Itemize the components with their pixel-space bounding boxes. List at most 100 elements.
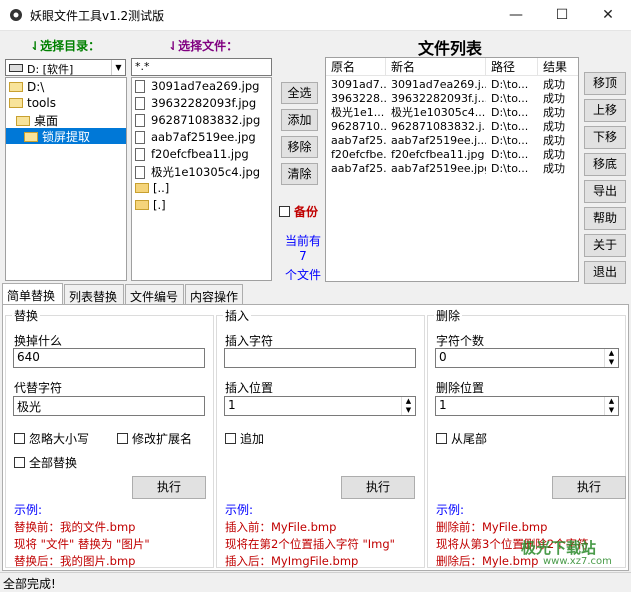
tree-item-lockscreen[interactable]: 锁屏提取	[6, 128, 126, 144]
cell-original: 极光1e1...	[331, 106, 385, 119]
file-item[interactable]: 极光1e10305c4.jpg	[135, 164, 260, 181]
drive-select[interactable]: D: [软件] ▼	[5, 59, 126, 76]
delete-count-label: 字符个数	[436, 334, 485, 348]
tree-item-desktop[interactable]: 桌面	[16, 112, 58, 128]
insert-char-input[interactable]	[224, 348, 416, 368]
cell-new: 极光1e10305c4....	[391, 106, 486, 119]
insert-exec-button[interactable]: 执行	[341, 476, 415, 499]
tree-item-drive[interactable]: D:\	[9, 80, 44, 96]
directory-tree[interactable]: D:\ tools 桌面 锁屏提取	[5, 77, 127, 281]
move-up-button[interactable]: 上移	[584, 99, 626, 122]
spin-down-icon[interactable]: ▼	[402, 406, 415, 415]
watermark-text: 极光下载站	[521, 539, 597, 557]
cell-new: aab7af2519ee.j...	[391, 134, 486, 147]
spin-down-icon[interactable]: ▼	[605, 358, 618, 367]
status-bar: 全部完成!	[0, 572, 631, 591]
file-item[interactable]: f20efcfbea11.jpg	[135, 147, 249, 164]
spin-down-icon[interactable]: ▼	[605, 406, 618, 415]
spin-up-icon[interactable]: ▲	[402, 397, 415, 406]
insert-example-label: 示例:	[225, 503, 254, 517]
spin-control[interactable]: ▲ ▼	[401, 397, 415, 415]
col-new-name[interactable]: 新名	[386, 58, 486, 76]
checkbox-box	[14, 433, 25, 444]
file-item[interactable]: aab7af2519ee.jpg	[135, 130, 256, 147]
file-list-box[interactable]: 3091ad7ea269.jpg 39632282093f.jpg 962871…	[131, 77, 272, 281]
add-button[interactable]: 添加	[281, 109, 318, 131]
spin-control[interactable]: ▲ ▼	[604, 397, 618, 415]
export-button[interactable]: 导出	[584, 180, 626, 203]
cell-path: D:\to...	[491, 162, 529, 175]
move-bottom-button[interactable]: 移底	[584, 153, 626, 176]
about-button[interactable]: 关于	[584, 234, 626, 257]
folder-item[interactable]: [..]	[135, 181, 169, 198]
move-top-button[interactable]: 移顶	[584, 72, 626, 95]
move-down-button[interactable]: 下移	[584, 126, 626, 149]
checkbox-box	[117, 433, 128, 444]
cell-result: 成功	[543, 148, 565, 161]
tree-item-tools[interactable]: tools	[9, 96, 56, 112]
cell-result: 成功	[543, 106, 565, 119]
delete-pos-stepper[interactable]: 1 ▲ ▼	[435, 396, 619, 416]
col-path[interactable]: 路径	[486, 58, 538, 76]
cell-result: 成功	[543, 162, 565, 175]
spin-up-icon[interactable]: ▲	[605, 349, 618, 358]
count-line-2: 7	[299, 249, 307, 263]
file-item[interactable]: 39632282093f.jpg	[135, 96, 256, 113]
from-end-checkbox[interactable]: 从尾部	[436, 430, 487, 447]
col-original-name[interactable]: 原名	[326, 58, 386, 76]
folder-open-icon	[9, 81, 23, 92]
col-result[interactable]: 结果	[538, 58, 578, 76]
clear-button[interactable]: 清除	[281, 163, 318, 185]
delete-group: 删除 字符个数 0 ▲ ▼ 删除位置 1 ▲ ▼ 从尾部 执行 示例: 删除前：My…	[427, 307, 626, 568]
replace-example-label: 示例:	[14, 503, 43, 517]
remove-button[interactable]: 移除	[281, 136, 318, 158]
cell-original: 9628710...	[331, 120, 386, 133]
spin-control[interactable]: ▲ ▼	[604, 349, 618, 367]
cell-original: 3963228...	[331, 92, 386, 105]
delete-pos-value: 1	[439, 398, 447, 412]
spin-up-icon[interactable]: ▲	[605, 397, 618, 406]
insert-example-3: 插入后：MyImgFile.bmp	[225, 554, 359, 568]
insert-group: 插入 插入字符 插入位置 1 ▲ ▼ 追加 执行 示例: 插入前：MyFile.b…	[216, 307, 425, 568]
select-all-button[interactable]: 全选	[281, 82, 318, 104]
folder-item[interactable]: [.]	[135, 198, 166, 215]
chevron-down-icon[interactable]: ▼	[111, 60, 125, 75]
close-button[interactable]: ✕	[585, 0, 631, 31]
delete-pos-label: 删除位置	[436, 381, 485, 395]
replace-example-3: 替换后：我的图片.bmp	[14, 554, 136, 568]
find-input[interactable]: 640	[13, 348, 205, 368]
help-button[interactable]: 帮助	[584, 207, 626, 230]
delete-group-title: 删除	[434, 307, 463, 324]
backup-checkbox[interactable]: 备份	[279, 203, 318, 220]
append-checkbox[interactable]: 追加	[225, 430, 264, 447]
file-filter-input[interactable]: *.*	[131, 58, 272, 76]
delete-exec-button[interactable]: 执行	[552, 476, 626, 499]
cell-new: 962871083832.j...	[391, 120, 486, 133]
file-list-view[interactable]: 原名 新名 路径 结果 3091ad7... 3091ad7ea269.j...…	[325, 57, 579, 282]
replace-all-checkbox[interactable]: 全部替换	[14, 454, 77, 471]
modify-ext-checkbox[interactable]: 修改扩展名	[117, 430, 192, 447]
exit-button[interactable]: 退出	[584, 261, 626, 284]
maximize-button[interactable]: ☐	[539, 0, 585, 31]
checkbox-box	[436, 433, 447, 444]
count-line-3: 个文件	[284, 268, 321, 282]
checkbox-box	[14, 457, 25, 468]
replace-exec-button[interactable]: 执行	[132, 476, 206, 499]
drive-value: D: [软件]	[27, 63, 74, 76]
tab-simple-replace[interactable]: 简单替换	[2, 283, 63, 305]
tab-content-ops[interactable]: 内容操作	[185, 284, 243, 305]
file-item[interactable]: 3091ad7ea269.jpg	[135, 79, 259, 96]
insert-pos-value: 1	[228, 398, 236, 412]
replace-input[interactable]: 极光	[13, 396, 205, 416]
cell-new: f20efcfbea11.jpg	[391, 148, 485, 161]
arrow-down-icon: ⇃	[168, 39, 179, 53]
insert-pos-stepper[interactable]: 1 ▲ ▼	[224, 396, 416, 416]
ignore-case-checkbox[interactable]: 忽略大小写	[14, 430, 89, 447]
tab-list-replace[interactable]: 列表替换	[64, 284, 124, 305]
delete-count-stepper[interactable]: 0 ▲ ▼	[435, 348, 619, 368]
file-item[interactable]: 962871083832.jpg	[135, 113, 260, 130]
file-icon	[135, 131, 145, 144]
checkbox-box	[279, 206, 290, 217]
minimize-button[interactable]: —	[493, 0, 539, 31]
tab-file-numbering[interactable]: 文件编号	[125, 284, 184, 305]
